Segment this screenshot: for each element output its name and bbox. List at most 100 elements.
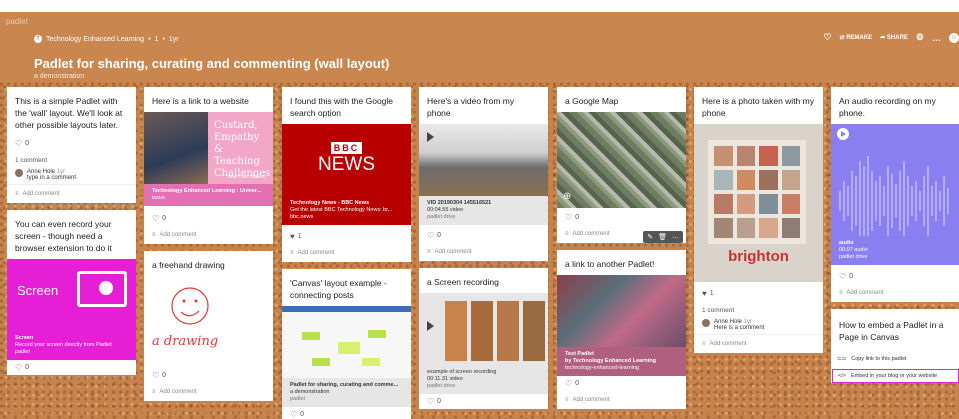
play-icon[interactable] <box>427 321 434 331</box>
like-button[interactable]: ♥ 1 <box>282 225 411 244</box>
attachment-thumbnail <box>282 306 411 378</box>
padlet-logo[interactable]: padlet <box>6 17 28 26</box>
share-label: SHARE <box>886 35 908 41</box>
like-button[interactable]: ♡ 0 <box>144 368 273 383</box>
copy-link-row[interactable]: ⊂⊃ Copy link to this padlet <box>831 348 959 364</box>
attachment-caption: VID 20190304 145516521 00:04.55 video pa… <box>419 196 548 225</box>
heart-icon: ♡ <box>427 397 435 406</box>
photo-image[interactable]: brighton <box>694 124 823 282</box>
add-comment-button[interactable]: ≡ Add comment <box>7 184 136 203</box>
heart-icon: ♡ <box>839 272 847 281</box>
attachment[interactable]: Padlet for sharing, curating and comme..… <box>282 306 411 407</box>
add-comment-button[interactable]: ≡ Add comment <box>144 383 273 401</box>
map-image[interactable]: ⊕ <box>557 112 686 208</box>
comment-icon: ≡ <box>565 397 569 403</box>
add-comment-button[interactable]: ≡ Add comment <box>144 226 273 244</box>
like-button[interactable]: ♡ 0 <box>7 136 136 151</box>
post-text: Here's a video from my phone <box>427 96 515 118</box>
add-comment-button[interactable]: ≡ Add comment <box>831 284 959 302</box>
attachment-desc: 00:07 audio <box>839 247 868 253</box>
attachment-desc: Record your screen directly from Padlet <box>15 342 112 348</box>
screen-tile <box>497 301 519 361</box>
drawing-label: a drawing <box>152 334 219 349</box>
attachment-title: Test Padlet <box>565 351 594 357</box>
embed-row[interactable]: </> Embed in your blog or your website <box>832 369 959 383</box>
like-button[interactable]: ♡ 0 <box>419 225 548 243</box>
share-button[interactable]: ➦ SHARE <box>880 34 908 41</box>
like-count: 0 <box>575 214 580 221</box>
avatar <box>702 319 710 327</box>
like-button[interactable]: ♡ 0 <box>557 208 686 225</box>
add-comment-button[interactable]: ≡ Add comment <box>557 391 686 409</box>
post-card[interactable]: Here is a link to a website Custard, Emp… <box>144 87 273 244</box>
post-card[interactable]: a link to another Padlet! Test Padlet by… <box>557 250 686 409</box>
post-text: How to embed a Padlet in a Page in Canva… <box>839 320 944 342</box>
heart-icon: ♥ <box>290 232 295 241</box>
post-text: 'Canvas' layout example - connecting pos… <box>290 278 387 300</box>
post-card[interactable]: Here's a video from my phone VID 2019030… <box>419 87 548 261</box>
remake-button[interactable]: ⇄ REMAKE <box>839 34 872 41</box>
attachment-desc: a demonstration <box>290 389 330 395</box>
comment: Anne Hole 1yr type in a comment <box>7 166 136 184</box>
post-card[interactable]: How to embed a Padlet in a Page in Canva… <box>831 309 959 383</box>
comment-icon: ≡ <box>702 341 706 347</box>
comment-icon: ≡ <box>15 191 19 197</box>
like-button[interactable]: ♡ 0 <box>831 265 959 284</box>
edit-icon[interactable]: ✎ <box>647 233 653 241</box>
post-card[interactable]: a Screen recording example of screen rec… <box>419 268 548 409</box>
gear-icon[interactable]: ⚙ <box>916 32 924 43</box>
like-button[interactable]: ♡ 0 <box>419 394 548 409</box>
post-card[interactable]: You can even record your screen - though… <box>7 210 136 375</box>
heart-icon[interactable]: ♡ <box>823 32 831 43</box>
attachment[interactable]: Custard, Empathy & Teaching Challenges N… <box>144 112 273 206</box>
post-card[interactable]: I found this with the Google search opti… <box>282 87 411 262</box>
breadcrumb-org[interactable]: Technology Enhanced Learning <box>46 36 144 43</box>
post-card[interactable]: 'Canvas' layout example - connecting pos… <box>282 269 411 419</box>
add-comment-button[interactable]: ≡ Add comment <box>282 244 411 262</box>
attachment[interactable]: Test Padlet by Technology Enhanced Learn… <box>557 275 686 376</box>
note-box <box>368 330 386 338</box>
more-icon[interactable]: … <box>932 33 941 43</box>
like-button[interactable]: ♥ 1 <box>694 282 823 301</box>
post-card[interactable]: An audio recording on my phone. audio 00… <box>831 87 959 302</box>
add-comment-button[interactable]: ≡ Add comment <box>419 243 548 261</box>
like-button[interactable]: ♡ 0 <box>7 360 136 375</box>
separator-dot: • <box>148 35 151 43</box>
more-icon[interactable]: … <box>672 233 679 241</box>
heart-icon: ♡ <box>565 379 573 388</box>
comments-count: 1 comment <box>15 157 48 164</box>
like-button[interactable]: ♡ 0 <box>144 206 273 226</box>
attachment-source: padlet drive <box>839 254 868 260</box>
user-avatar[interactable]: ☺ <box>949 32 959 43</box>
trash-icon[interactable]: 🗑 <box>658 233 667 241</box>
like-count: 0 <box>437 398 442 405</box>
drawing-image[interactable]: a drawing <box>144 276 273 368</box>
like-button[interactable]: ♡ 0 <box>282 407 411 419</box>
like-count: 0 <box>162 372 167 379</box>
share-icon: ➦ <box>880 35 886 41</box>
attachment[interactable]: audio 00:07 audio padlet drive <box>831 124 959 265</box>
column-1: This is a simple Padlet with the 'wall' … <box>7 87 136 382</box>
attachment[interactable]: example of screen recording 00:11.31 vid… <box>419 293 548 394</box>
board-subtitle: a demonstration <box>34 73 85 80</box>
attachment-thumbnail <box>419 124 548 196</box>
post-card[interactable]: This is a simple Padlet with the 'wall' … <box>7 87 136 203</box>
attachment-source: bbc.news <box>290 214 314 220</box>
zoom-icon[interactable]: ⊕ <box>563 191 571 202</box>
like-button[interactable]: ♡ 0 <box>557 376 686 391</box>
add-comment-button[interactable]: ≡ Add comment <box>694 334 823 353</box>
screen-tile <box>471 301 493 361</box>
post-card[interactable]: a Google Map ⊕ ♡ 0 ≡ Add comment ✎ 🗑 … <box>557 87 686 243</box>
play-icon[interactable] <box>427 132 434 142</box>
attachment[interactable]: BBC NEWS Technology News - BBC News Get … <box>282 124 411 225</box>
post-card[interactable]: Here is a photo taken with my phone brig… <box>694 87 823 353</box>
breadcrumb-age: 1yr <box>168 35 179 43</box>
attachment[interactable]: Screen Screen Record your screen directl… <box>7 259 136 360</box>
photo-text: brighton <box>728 248 789 265</box>
attachment[interactable]: VID 20190304 145516521 00:04.55 video pa… <box>419 124 548 225</box>
embed-label: Embed in your blog or your website <box>850 373 938 379</box>
add-comment-label: Add comment <box>572 231 610 237</box>
record-icon <box>99 281 113 295</box>
post-card[interactable]: a freehand drawing a drawing ♡ 0 ≡ Add com… <box>144 251 273 401</box>
play-icon <box>841 131 846 137</box>
